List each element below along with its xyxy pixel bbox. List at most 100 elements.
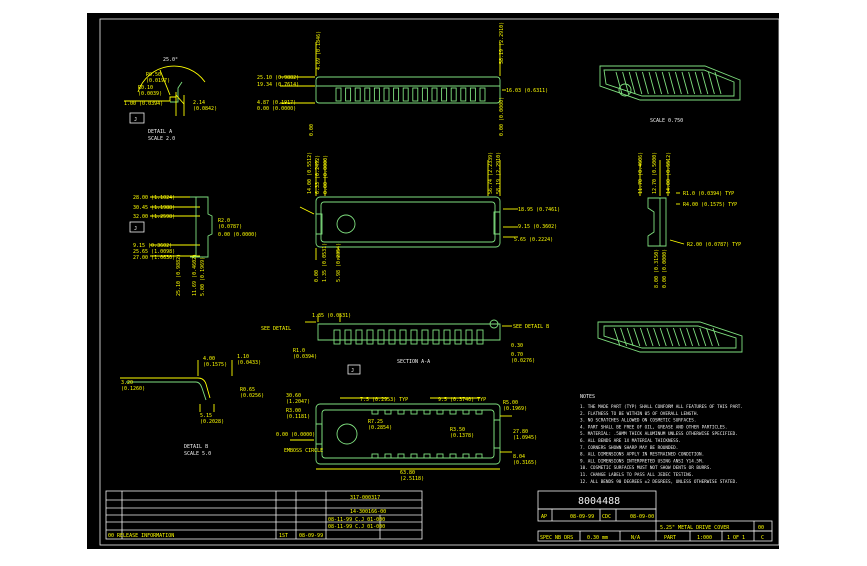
side-r2: R4.00 (0.1575) TYP xyxy=(683,202,737,208)
top-dim-4: 0.00 (0.0000) xyxy=(257,106,296,112)
side-r1: R1.0 (0.0394) TYP xyxy=(683,191,734,197)
note-item: 2. FLATNESS TO BE WITHIN 05 OF OVERALL L… xyxy=(580,411,699,417)
detail-b-dim-1-in: (0.1575) xyxy=(203,362,227,368)
front-top-dim-1: 14.00 (0.5512) xyxy=(307,152,313,194)
bottom-dim-4: 0.00 (0.0000) xyxy=(276,432,315,438)
bottom-r4-in: (0.1969) xyxy=(503,406,527,412)
front-left-vdim-3: 5.00 (0.1969) xyxy=(200,257,206,296)
front-top-dim-5: 58.19 (2.2910) xyxy=(496,152,502,194)
bottom-r1-in: (0.1181) xyxy=(286,414,310,420)
detail-a-scale: SCALE 2.0 xyxy=(148,136,175,142)
section-see-detail: SEE DETAIL xyxy=(261,326,291,332)
side-dim-5: 0.00 (0.0000) xyxy=(662,249,668,288)
detail-a-r1-in: (0.0197) xyxy=(146,78,170,84)
top-dim-2: 19.34 (0.7614) xyxy=(257,82,299,88)
revision-ref-2: 14-300166-00 xyxy=(350,509,386,515)
bottom-dim-3-in: (1.2047) xyxy=(286,399,310,405)
bottom-r2-in: (0.2854) xyxy=(368,425,392,431)
detail-b-r-in: (0.0256) xyxy=(240,393,264,399)
detail-a-dim-right-in: (0.0842) xyxy=(193,106,217,112)
bottom-dim-7-in: (2.5118) xyxy=(400,476,424,482)
revision-row-date: 08-09-99 xyxy=(299,533,323,539)
revision-row-code: 1ST xyxy=(279,533,288,539)
front-top-dim-2: 6.33 (0.2492) xyxy=(315,155,321,194)
section-see-detail-b: SEE DETAIL B xyxy=(513,324,549,330)
section-r-in: (0.0394) xyxy=(293,354,317,360)
note-item: 1. THE MADE PART (TYP) SHALL CONFORM ALL… xyxy=(580,404,743,410)
detail-b-dim-3-in: (0.1260) xyxy=(121,386,145,392)
cdc-label: CDC xyxy=(602,514,611,520)
spec-thickness: 0.30 mm xyxy=(587,535,608,541)
note-item: 10. COSMETIC SURFACES MUST NOT SHOW DENT… xyxy=(580,465,712,471)
note-item: 6. ALL BENDS ARE 1X MATERIAL THICKNESS. xyxy=(580,438,681,444)
section-label: SECTION A-A xyxy=(397,359,430,365)
ap-date: 08-09-99 xyxy=(570,514,594,520)
top-vdim-4: 0.00 (0.0000) xyxy=(499,97,505,136)
note-item: 3. NO SCRATCHES ALLOWED ON COSMETIC SURF… xyxy=(580,418,696,424)
bottom-dim-5-in: (1.0945) xyxy=(513,435,537,441)
spec-na: N/A xyxy=(631,535,640,541)
front-left-dim-7: 27.00 (1.0630) xyxy=(133,255,175,261)
revision-sub-1: 08-11-99 C.J 01-000 xyxy=(328,517,385,523)
note-item: 5. MATERIAL: .50MM THICK ALUMINUM UNLESS… xyxy=(580,431,738,437)
bottom-dim-6-in: (0.3165) xyxy=(513,460,537,466)
detail-a-title: DETAIL A xyxy=(148,129,172,135)
note-item: 4. PART SHALL BE FREE OF OIL, GREASE AND… xyxy=(580,424,727,430)
front-left-vdim-2: 11.69 (0.4602) xyxy=(192,254,198,296)
section-dim-3-in: (0.0276) xyxy=(511,358,535,364)
front-top-dim-4: 56.74 (2.2339) xyxy=(488,152,494,194)
front-bottom-dim-1: 0.00 xyxy=(314,270,320,282)
side-dim-4: 8.00 (0.3150) xyxy=(654,249,660,288)
top-dim-1: 25.10 (0.9882) xyxy=(257,75,299,81)
quantity: 1:000 xyxy=(697,535,712,541)
top-vdim-3: 58.19 (2.2910) xyxy=(499,22,505,64)
bottom-r3-in: (0.1378) xyxy=(450,433,474,439)
front-datum: J xyxy=(134,226,137,232)
section-dim-2: 0.30 xyxy=(511,343,523,349)
section-dim-1: 1.35 (0.0531) xyxy=(312,313,351,319)
drawing-number: 8004488 xyxy=(578,496,620,507)
front-bottom-dim-2: 1.35 (0.0531) xyxy=(322,243,328,282)
section-datum: J xyxy=(351,368,354,374)
revision: 00 xyxy=(758,525,764,531)
front-left-dim-4: 0.00 (0.0000) xyxy=(218,232,257,238)
detail-b-dim-2-in: (0.0433) xyxy=(237,360,261,366)
revision-row-desc: 00 RELEASE INFORMATION xyxy=(108,533,174,539)
sheet-count: 1 OF 1 xyxy=(727,535,745,541)
front-bottom-dim-3: 5.98 (0.2354) xyxy=(336,243,342,282)
note-item: 8. ALL DIMENSIONS APPLY IN RESTRAINED CO… xyxy=(580,452,704,458)
notes-heading: NOTES xyxy=(580,394,595,400)
front-r1-in: (0.0787) xyxy=(218,224,242,230)
drawing-canvas: .ln{stroke:#ffff00;fill:none;stroke-widt… xyxy=(87,13,780,549)
detail-b-dim-4-in: (0.2028) xyxy=(200,419,224,425)
bottom-dim-2: 9.5 (0.3740) TYP xyxy=(438,397,486,403)
note-item: 11. CHANGE LABELS TO PASS ALL JEDEC TEST… xyxy=(580,472,694,478)
side-dim-3: 14.00 (0.5512) xyxy=(666,152,672,194)
cdc-date: 08-09-00 xyxy=(630,514,654,520)
side-dim-1: 11.70 (0.4606) xyxy=(638,152,644,194)
part-label: PART xyxy=(664,535,676,541)
front-right-dim-2: 9.15 (0.3602) xyxy=(518,224,557,230)
top-vdim-1: 4.69 (0.1846) xyxy=(316,31,322,70)
bottom-emboss: EMBOSS CIRCLE xyxy=(284,448,323,454)
ap-label: AP xyxy=(541,514,547,520)
revision-sub-2: 08-11-99 C.J 01-000 xyxy=(328,524,385,530)
bottom-dim-1: 7.5 (0.2953) TYP xyxy=(360,397,408,403)
note-item: 9. ALL DIMENSIONS INTERPRETED USING ANSI… xyxy=(580,458,704,464)
front-left-dim-3: 32.00 (1.2598) xyxy=(133,214,175,220)
side-r3: R2.00 (0.0787) TYP xyxy=(687,242,741,248)
detail-a-angle: 25.0° xyxy=(163,57,178,63)
note-item: 7. CORNERS SHOWN SHARP MAY BE ROUNDED. xyxy=(580,445,678,451)
side-dim-2: 12.70 (0.5000) xyxy=(652,152,658,194)
top-dim-5: 16.03 (0.6311) xyxy=(506,88,548,94)
detail-b-scale: SCALE 5.0 xyxy=(184,451,211,457)
detail-a-r2-in: (0.0039) xyxy=(138,91,162,97)
top-vdim-2: 0.00 xyxy=(309,124,315,136)
detail-b-title: DETAIL B xyxy=(184,444,208,450)
note-item: 12. ALL BENDS 90 DEGREES ±2 DEGREES, UNL… xyxy=(580,479,738,485)
front-top-dim-3: 0.00 (0.0000) xyxy=(323,155,329,194)
front-right-dim-1: 18.95 (0.7461) xyxy=(518,207,560,213)
front-left-vdim-1: 25.10 (0.9882) xyxy=(176,254,182,296)
revision-ref-1: 317-000317 xyxy=(350,495,380,501)
sheet-size: C xyxy=(761,535,764,541)
